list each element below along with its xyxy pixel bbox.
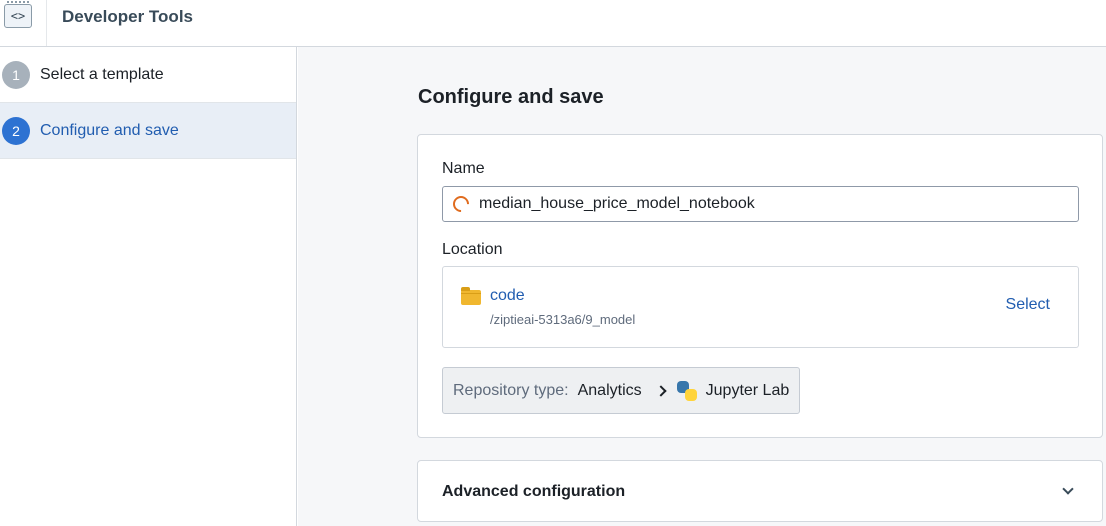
code-brackets-icon[interactable]: <>: [4, 1, 32, 28]
location-folder-link[interactable]: code: [490, 287, 525, 305]
chevron-down-icon[interactable]: [1062, 483, 1074, 495]
main-content: Configure and save Name median_house_pri…: [298, 47, 1106, 526]
select-location-button[interactable]: Select: [1006, 296, 1050, 314]
repository-type-label: Repository type:: [453, 381, 569, 399]
location-picker: code /ziptieai-5313a6/9_model Select: [442, 266, 1079, 348]
location-path: /ziptieai-5313a6/9_model: [490, 312, 636, 327]
repository-app-value: Jupyter Lab: [705, 381, 790, 399]
sidebar-steps: 1 Select a template 2 Configure and save: [0, 47, 297, 526]
top-bar: <> Developer Tools: [0, 0, 1106, 47]
configure-card: Name median_house_price_model_notebook L…: [417, 134, 1103, 438]
chevron-right-icon: [654, 384, 667, 397]
python-icon: [676, 380, 697, 401]
name-input-value[interactable]: median_house_price_model_notebook: [479, 195, 755, 213]
location-label: Location: [442, 241, 503, 258]
page-title: Configure and save: [418, 86, 604, 108]
advanced-configuration-title[interactable]: Advanced configuration: [442, 483, 625, 501]
app-title: Developer Tools: [62, 7, 193, 26]
folder-icon: [461, 287, 481, 305]
step-number-badge: 2: [2, 116, 30, 145]
repository-type-value: Analytics: [577, 381, 642, 399]
app-icon-container[interactable]: <>: [0, 0, 47, 46]
name-input[interactable]: median_house_price_model_notebook: [442, 186, 1079, 222]
repository-type-tag: Repository type: Analytics Jupyter Lab: [442, 367, 801, 414]
loading-spinner-icon: [449, 192, 473, 216]
step-number-badge: 1: [2, 60, 30, 89]
step-label: Select a template: [40, 65, 164, 83]
name-label: Name: [442, 160, 485, 177]
step-select-template[interactable]: 1 Select a template: [0, 47, 296, 103]
step-label: Configure and save: [40, 121, 179, 139]
step-configure-and-save[interactable]: 2 Configure and save: [0, 103, 296, 159]
advanced-configuration-section[interactable]: Advanced configuration: [417, 460, 1103, 522]
